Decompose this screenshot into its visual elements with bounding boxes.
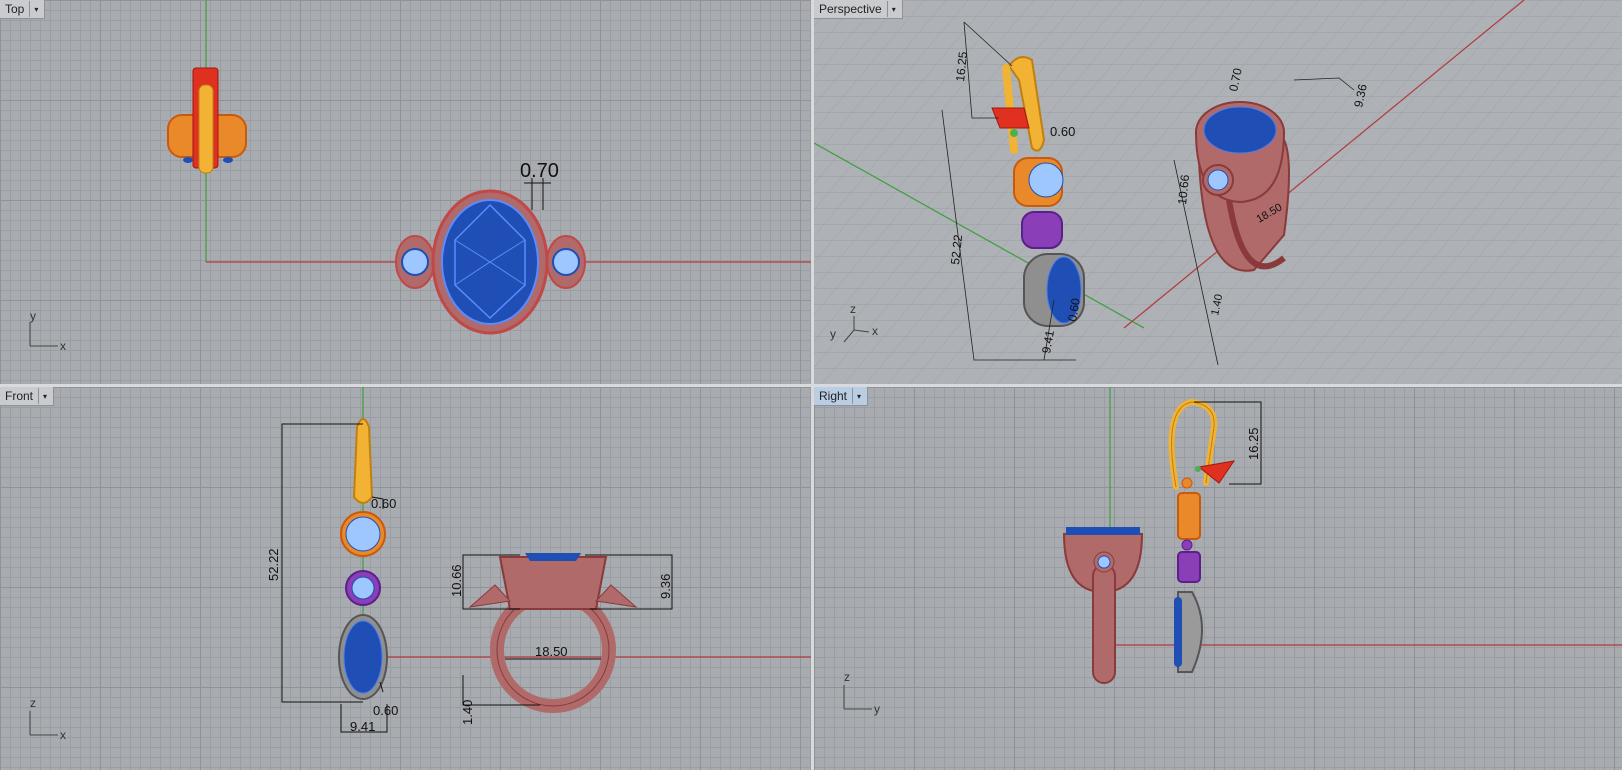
ring-front-model <box>468 553 638 713</box>
viewport-title-perspective[interactable]: Perspective <box>814 0 887 18</box>
right-viewport[interactable]: 16.25 z y Right ▾ <box>814 387 1622 770</box>
dim-total-length-label: 52.22 <box>266 548 281 581</box>
top-scene: 0.70 y x <box>29 0 811 353</box>
axis-x-label: x <box>60 339 66 353</box>
viewport-title-front[interactable]: Front <box>0 387 38 405</box>
dropdown-icon[interactable]: ▾ <box>38 388 51 404</box>
axis-x-label: x <box>872 324 878 338</box>
front-dims <box>281 423 673 733</box>
dim-wall-bottom-label: 0.60 <box>373 703 398 718</box>
dropdown-icon[interactable]: ▾ <box>852 388 865 404</box>
viewport-tab-top[interactable]: Top ▾ <box>0 0 46 19</box>
viewport-title-top[interactable]: Top <box>0 0 29 18</box>
viewport-title-right[interactable]: Right <box>814 387 852 405</box>
axis-z-label: z <box>30 696 36 710</box>
top-viewport[interactable]: 0.70 y x Top ▾ <box>0 0 811 384</box>
axis-icon: z x <box>29 696 66 742</box>
earring-top-model <box>167 67 247 174</box>
dim-wall-top-label: 0.60 <box>371 496 396 511</box>
dim-prong-gap-label: 0.70 <box>520 160 559 182</box>
axis-icon: y x <box>29 309 66 353</box>
axis-icon: z y <box>843 670 880 716</box>
perspective-viewport[interactable]: 16.25 0.60 52.22 9.41 0.60 0.70 9.36 10.… <box>814 0 1622 384</box>
dim-ring-size-label: 18.50 <box>535 644 568 659</box>
axis-z-label: z <box>844 670 850 684</box>
perspective-scene: 16.25 0.60 52.22 9.41 0.60 0.70 9.36 10.… <box>814 0 1622 384</box>
axis-y-label: y <box>30 309 36 323</box>
front-viewport[interactable]: 52.22 0.60 0.60 9.41 10.66 9.36 18.50 1.… <box>0 387 811 770</box>
dim-shank-label: 1.40 <box>460 700 475 725</box>
dim-width-label: 9.41 <box>350 719 375 734</box>
dim-hook-height-label: 16.25 <box>1246 427 1261 460</box>
right-scene: 16.25 z y <box>843 387 1622 716</box>
earring-right-model <box>1168 398 1236 673</box>
ring-top-model <box>395 189 586 335</box>
axis-z-label: z <box>850 302 856 316</box>
viewport-tab-front[interactable]: Front ▾ <box>0 387 55 406</box>
dropdown-icon[interactable]: ▾ <box>886 1 900 17</box>
viewport-tab-perspective[interactable]: Perspective ▾ <box>814 0 903 19</box>
dim-prong-gap: 0.70 <box>520 160 559 210</box>
axis-y-label: y <box>874 702 880 716</box>
dim-wall-label: 0.60 <box>1050 124 1075 139</box>
dropdown-icon[interactable]: ▾ <box>29 1 42 17</box>
axis-y-label: y <box>830 327 836 341</box>
ring-right-model <box>1062 527 1144 684</box>
viewport-tab-right[interactable]: Right ▾ <box>814 387 869 406</box>
front-scene: 52.22 0.60 0.60 9.41 10.66 9.36 18.50 1.… <box>29 387 811 742</box>
axis-x-label: x <box>60 728 66 742</box>
dim-ring-height-label: 10.66 <box>449 564 464 597</box>
dim-ring-top-label: 9.36 <box>658 574 673 599</box>
